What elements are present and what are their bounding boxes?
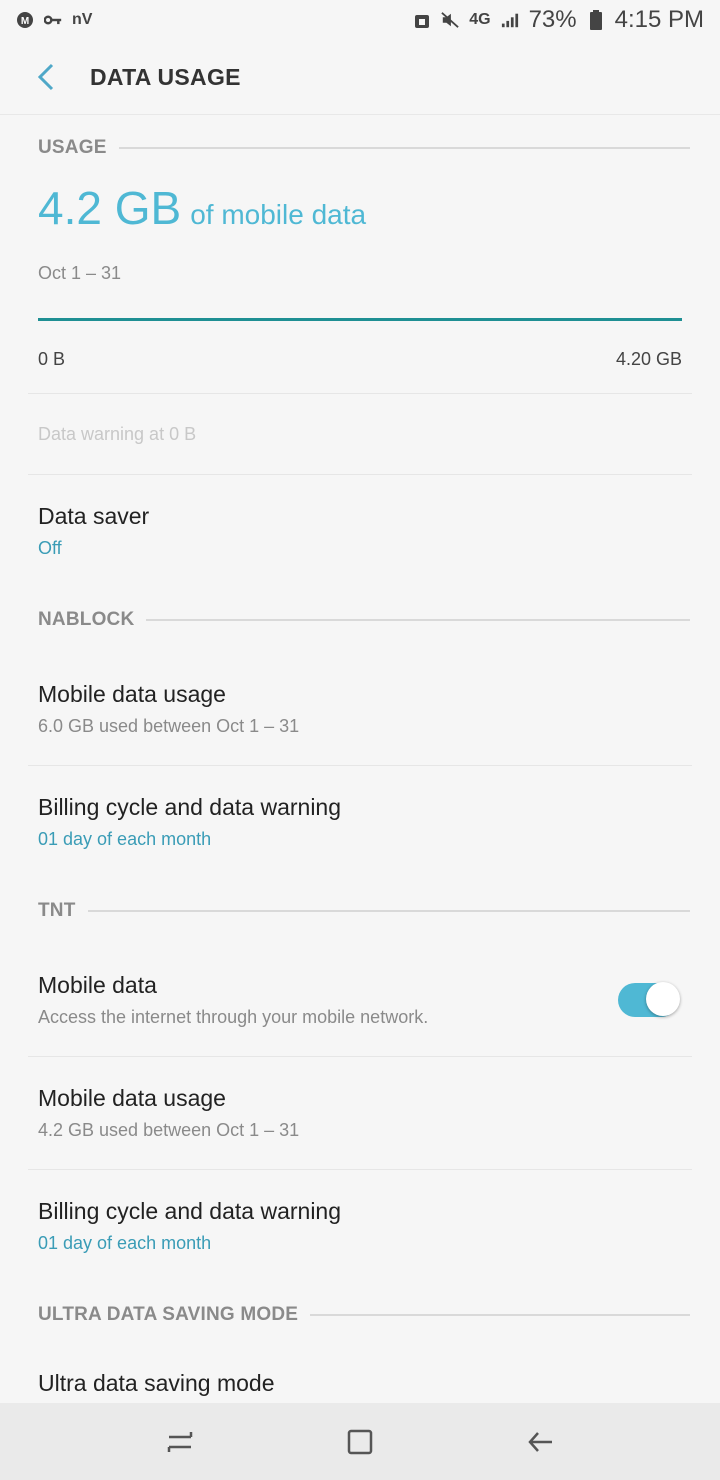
row-title: Mobile data: [38, 972, 157, 998]
section-header-nablock: NABLOCK: [0, 587, 720, 653]
toggle-knob: [646, 982, 680, 1016]
section-divider: [146, 619, 690, 621]
data-saver-status: Off: [38, 538, 62, 558]
tnt-mobile-data-row[interactable]: Mobile data Access the internet through …: [0, 944, 720, 1056]
recents-button[interactable]: [150, 1412, 210, 1472]
usage-unit-label: of mobile data: [190, 199, 367, 230]
data-warning-label: Data warning at 0 B: [38, 423, 197, 444]
row-subtitle: 01 day of each month: [38, 1233, 212, 1253]
row-title: Billing cycle and data warning: [38, 794, 342, 820]
row-texts: Ultra data saving mode: [38, 1370, 682, 1397]
key-icon: [44, 11, 62, 29]
row-texts: Billing cycle and data warning 01 day of…: [38, 794, 682, 850]
signal-icon: [501, 11, 519, 29]
back-nav-button[interactable]: [510, 1412, 570, 1472]
scale-max: 4.20 GB: [615, 349, 682, 369]
home-icon: [347, 1429, 373, 1454]
usage-amount: 4.2 GB: [38, 182, 182, 234]
back-arrow-icon: [37, 63, 54, 91]
row-subtitle: 6.0 GB used between Oct 1 – 31: [38, 716, 300, 736]
nablock-billing-cycle-row[interactable]: Billing cycle and data warning 01 day of…: [0, 766, 720, 878]
row-texts: Mobile data usage 4.2 GB used between Oc…: [38, 1085, 682, 1141]
android-icon: [413, 11, 431, 29]
row-title: Billing cycle and data warning: [38, 1198, 342, 1224]
row-texts: Mobile data usage 6.0 GB used between Oc…: [38, 681, 682, 737]
section-header-usage: USAGE: [0, 115, 720, 181]
page-title: DATA USAGE: [90, 63, 241, 90]
tnt-billing-cycle-row[interactable]: Billing cycle and data warning 01 day of…: [0, 1170, 720, 1282]
row-subtitle: Access the internet through your mobile …: [38, 1007, 429, 1027]
usage-amount-line: 4.2 GB of mobile data: [38, 181, 682, 253]
usage-date-range: Oct 1 – 31: [38, 263, 122, 283]
row-subtitle: 01 day of each month: [38, 829, 212, 849]
home-button[interactable]: [330, 1412, 390, 1472]
tnt-mobile-data-usage-row[interactable]: Mobile data usage 4.2 GB used between Oc…: [0, 1057, 720, 1169]
section-label-usage: USAGE: [38, 137, 107, 158]
status-right: 4G 73% 4:15 PM: [413, 6, 704, 34]
usage-summary: 4.2 GB of mobile data Oct 1 – 31 0 B 4.2…: [0, 181, 720, 377]
section-header-tnt: TNT: [0, 878, 720, 944]
section-divider: [310, 1314, 690, 1316]
status-left: M nV: [16, 11, 92, 29]
navigation-bar: [0, 1403, 720, 1480]
section-divider: [118, 147, 690, 149]
app-bar: DATA USAGE: [0, 40, 720, 115]
nablock-mobile-data-usage-row[interactable]: Mobile data usage 6.0 GB used between Oc…: [0, 653, 720, 765]
usage-progress-bar: [38, 318, 682, 321]
section-header-ultra: ULTRA DATA SAVING MODE: [0, 1282, 720, 1348]
data-saver-row[interactable]: Data saver Off: [0, 475, 720, 587]
section-label-ultra: ULTRA DATA SAVING MODE: [38, 1304, 299, 1325]
row-title: Ultra data saving mode: [38, 1370, 275, 1396]
mobile-data-toggle[interactable]: [618, 982, 680, 1017]
back-button[interactable]: [16, 47, 76, 107]
section-label-tnt: TNT: [38, 900, 76, 921]
network-type: 4G: [469, 11, 491, 28]
row-texts: Mobile data Access the internet through …: [38, 972, 618, 1028]
row-subtitle: 4.2 GB used between Oct 1 – 31: [38, 1120, 300, 1140]
row-title: Mobile data usage: [38, 1085, 226, 1111]
clock: 4:15 PM: [614, 6, 704, 33]
scale-min: 0 B: [38, 349, 66, 369]
back-icon: [528, 1431, 552, 1452]
battery-icon: [587, 10, 605, 30]
data-saver-title: Data saver: [38, 503, 150, 529]
carrier-label: nV: [72, 11, 93, 28]
settings-list: USAGE 4.2 GB of mobile data Oct 1 – 31 0…: [0, 115, 720, 1438]
row-title: Mobile data usage: [38, 681, 226, 707]
row-texts: Billing cycle and data warning 01 day of…: [38, 1198, 682, 1254]
svg-text:M: M: [21, 16, 29, 27]
recents-icon: [167, 1431, 193, 1452]
battery-percent: 73%: [528, 6, 577, 33]
m-icon: M: [16, 11, 34, 29]
data-saver-texts: Data saver Off: [38, 503, 682, 559]
section-divider: [87, 910, 690, 912]
section-label-nablock: NABLOCK: [38, 609, 135, 630]
mute-icon: [441, 11, 459, 29]
usage-scale: 0 B 4.20 GB: [38, 349, 682, 377]
status-bar: M nV 4G 73% 4:15 PM: [0, 0, 720, 40]
